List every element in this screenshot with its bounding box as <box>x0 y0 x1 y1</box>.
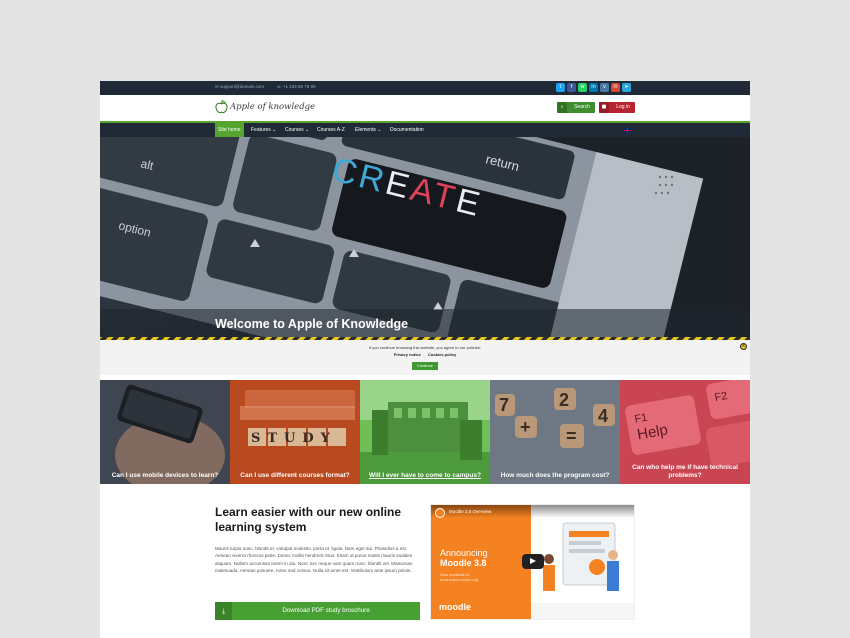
faq-tile-cost[interactable]: 7 2 4 + = How much does the program cost… <box>490 380 620 484</box>
twitter-icon[interactable]: t <box>556 83 565 92</box>
faq-tiles: Can I use mobile devices to learn? STUDY… <box>100 380 750 484</box>
faq-tile-label: How much does the program cost? <box>500 472 610 479</box>
announcing-text: Announcing <box>440 548 488 558</box>
email-link[interactable]: ✉ support@domain.com <box>215 84 264 90</box>
f2-key-label: F2 <box>714 390 729 404</box>
nav-item-elements[interactable]: Elements ⌄ <box>355 123 381 137</box>
faq-tile-formats[interactable]: STUDY Can I use different courses format… <box>230 380 360 484</box>
faq-tile-campus[interactable]: Will I ever have to come to campus? <box>360 380 490 484</box>
hero-banner: alt option return CREATE Welcome to Appl… <box>100 137 750 337</box>
search-button[interactable]: ⌕ Search <box>557 102 595 113</box>
hazard-stripe <box>100 337 750 340</box>
version-text: Moodle 3.8 <box>440 558 487 568</box>
site-logo[interactable]: Apple of knowledge <box>215 100 315 114</box>
download-icon: ⤓ <box>215 602 232 620</box>
nav-item-courses-az[interactable]: Courses A-Z <box>317 123 345 137</box>
faq-tile-label: Can who help me if have technical proble… <box>632 464 738 479</box>
continue-button[interactable]: Continue <box>412 362 438 370</box>
lock-icon: ■ <box>599 102 609 113</box>
study-blocks-image: STUDY <box>230 380 360 484</box>
download-brochure-button[interactable]: ⤓ Download PDF study broschure <box>215 602 420 620</box>
number-blocks-image: 7 2 4 + = <box>490 380 620 484</box>
keyboard-illustration: alt option return CREATE <box>100 137 750 337</box>
faq-tile-label: Can I use different courses format? <box>240 472 350 479</box>
telegram-icon[interactable]: ➤ <box>622 83 631 92</box>
hero-caption-bar <box>100 309 750 337</box>
section-body: Mauris turpis nunc, blandit et, volutpat… <box>215 546 413 574</box>
section-title: Learn easier with our new online learnin… <box>215 505 402 534</box>
site-header: Apple of knowledge ⌕ Search ■ Log in <box>100 95 750 123</box>
linkedin-icon[interactable]: in <box>589 83 598 92</box>
video-subtitle: Now available to download.moodle.org <box>440 572 478 582</box>
faq-tile-label: Can I use mobile devices to learn? <box>111 472 219 479</box>
cookies-policy-link[interactable]: Cookies policy <box>428 352 456 357</box>
video-illustration <box>531 505 634 619</box>
search-icon: ⌕ <box>557 102 567 113</box>
facebook-icon[interactable]: f <box>567 83 576 92</box>
privacy-notice-link[interactable]: Privacy notice <box>394 352 421 357</box>
nav-item-courses[interactable]: Courses ⌄ <box>285 123 309 137</box>
phone-link[interactable]: ☏ +1 234 56 78 90 <box>276 84 316 90</box>
video-announcing: Announcing Moodle 3.8 <box>440 548 488 568</box>
block-4: 4 <box>598 406 608 426</box>
hero-title: Welcome to Apple of Knowledge <box>215 317 409 331</box>
faq-tile-help[interactable]: F1 Help F2 Can who help me if have techn… <box>620 380 750 484</box>
vk-icon[interactable]: v <box>600 83 609 92</box>
email-share-icon[interactable]: ✉ <box>611 83 620 92</box>
moodle-channel-icon[interactable] <box>435 508 445 518</box>
login-button[interactable]: ■ Log in <box>599 102 635 113</box>
nav-item-site-home[interactable]: Site home <box>215 123 244 137</box>
video-title[interactable]: Moodle 3.8 Overview <box>449 509 491 514</box>
faq-tile-mobile[interactable]: Can I use mobile devices to learn? <box>100 380 230 484</box>
cookie-message: If you continue browsing this website, y… <box>368 345 482 350</box>
language-flag-icon[interactable] <box>624 128 631 133</box>
campus-image <box>360 380 490 484</box>
phone-icon: ☏ <box>276 84 283 89</box>
main-nav: Site home Features ⌄ Courses ⌄ Courses A… <box>100 123 750 137</box>
study-text: STUDY <box>251 431 337 446</box>
close-icon[interactable]: × <box>740 343 747 350</box>
phone-hand-image <box>100 380 230 484</box>
block-7: 7 <box>499 395 509 415</box>
play-icon[interactable] <box>522 554 544 569</box>
apple-logo-icon <box>215 100 228 114</box>
social-links: t f w in v ✉ ➤ <box>556 83 631 92</box>
block-2: 2 <box>559 390 569 410</box>
video-embed[interactable]: Moodle 3.8 Overview Announcing Moodle 3.8… <box>430 504 635 620</box>
browser-page: ✉ support@domain.com ☏ +1 234 56 78 90 t… <box>100 81 750 638</box>
cookie-links: Privacy notice Cookies policy <box>100 352 750 357</box>
block-equals: = <box>566 426 577 446</box>
nav-item-documentation[interactable]: Documentation <box>390 123 424 137</box>
f1-key-label: F1 <box>634 412 649 426</box>
sub2-text: download.moodle.org <box>440 577 479 582</box>
nav-item-features[interactable]: Features ⌄ <box>251 123 276 137</box>
cookie-notice: If you continue browsing this website, y… <box>100 337 750 375</box>
block-plus: + <box>520 417 531 437</box>
top-bar: ✉ support@domain.com ☏ +1 234 56 78 90 t… <box>100 81 750 95</box>
moodle-brand: moodle <box>439 602 472 612</box>
faq-tile-label: Will I ever have to come to campus? <box>369 472 481 479</box>
whatsapp-icon[interactable]: w <box>578 83 587 92</box>
